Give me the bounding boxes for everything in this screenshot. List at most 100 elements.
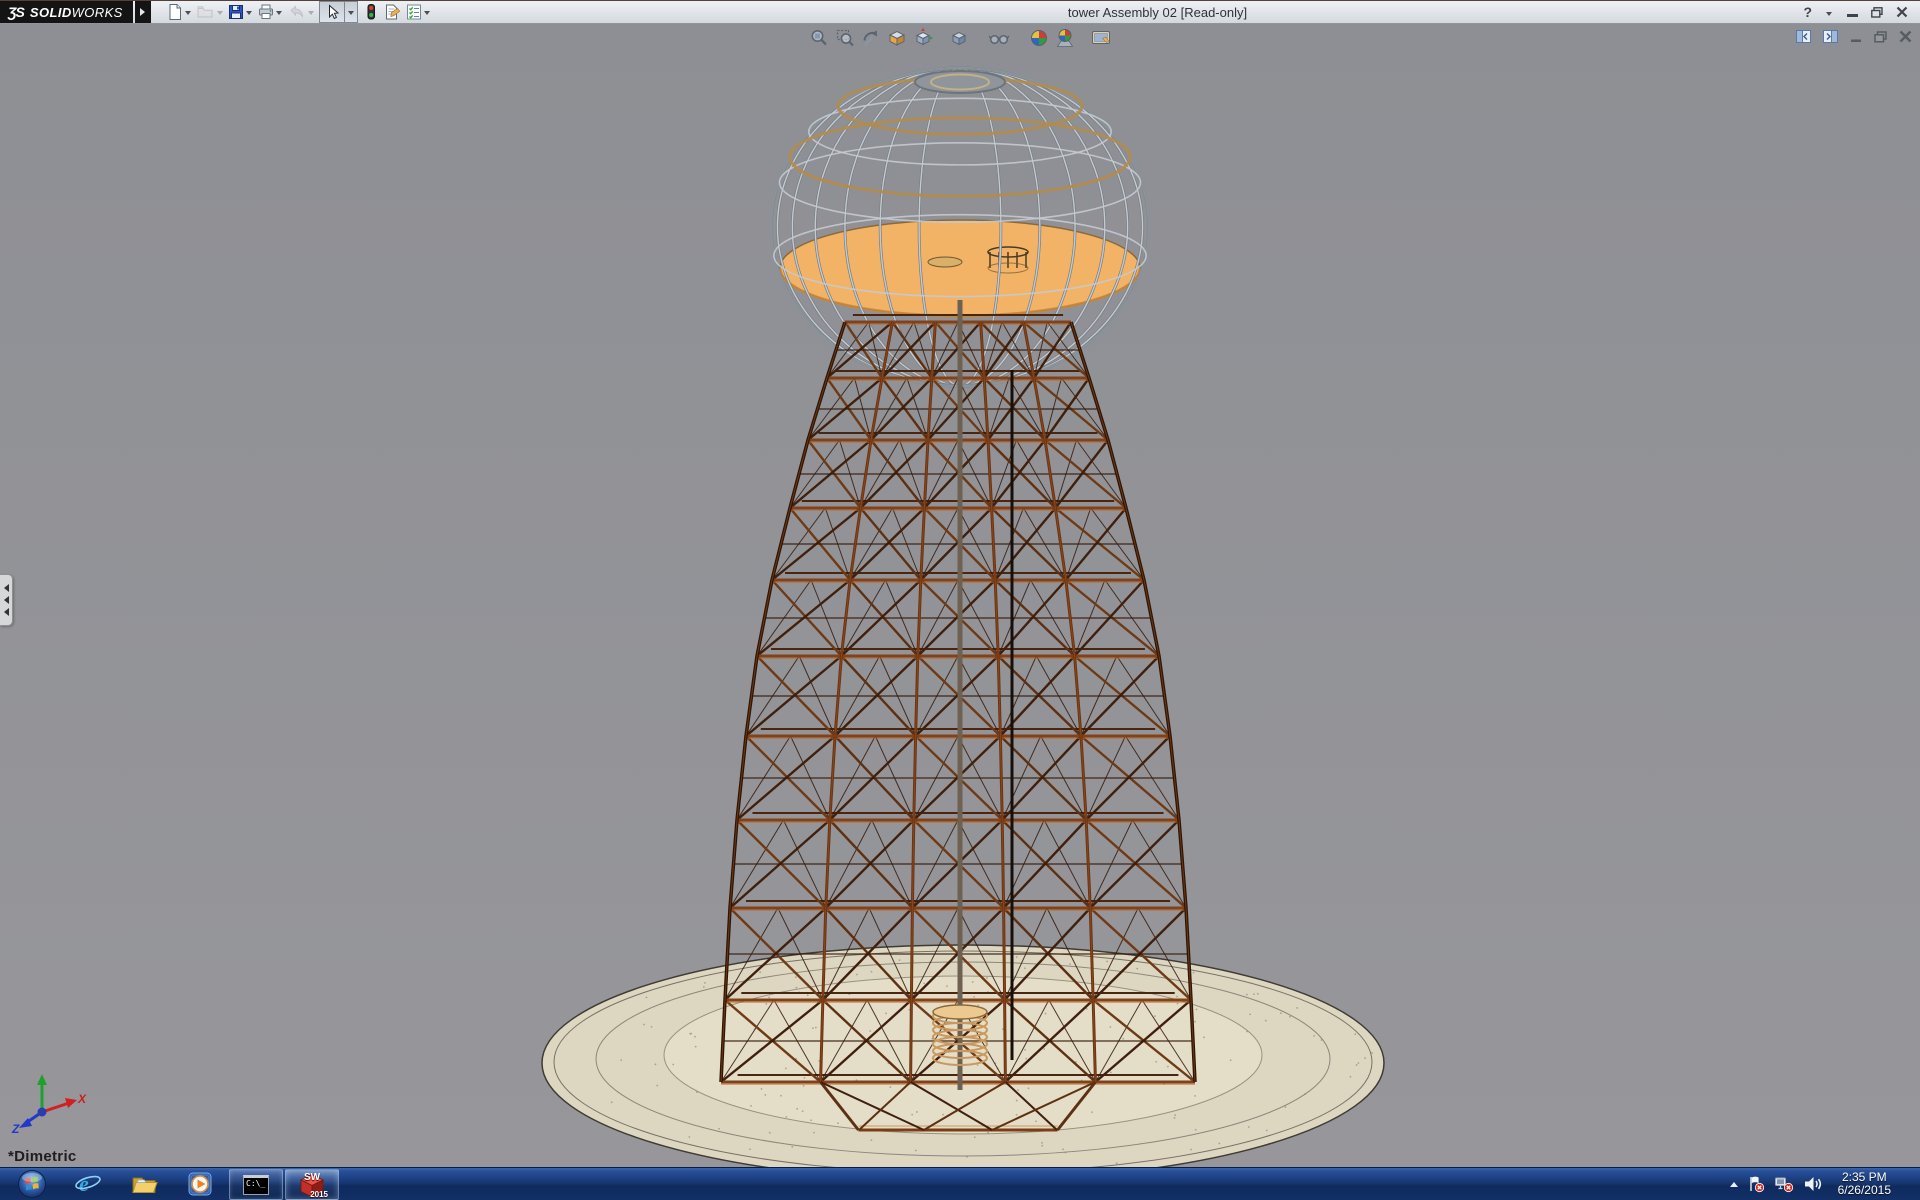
system-tray: 2:35 PM 6/26/2015 [1730,1168,1920,1200]
undo-dropdown-arrow [308,11,314,18]
help-dropdown-arrow[interactable] [1826,12,1832,19]
viewport-3d-model[interactable] [0,24,1920,1167]
minimize-button[interactable] [1847,14,1858,17]
restore-button[interactable] [1871,7,1883,18]
new-dropdown-arrow[interactable] [185,11,191,18]
internet-explorer-button[interactable]: e [61,1168,115,1200]
view-settings-icon [1090,27,1112,49]
zoom-to-area-icon [834,27,856,49]
zoom-to-area-button[interactable] [834,27,856,49]
previous-view-icon [860,27,882,49]
open-button[interactable] [195,1,215,23]
options-button[interactable] [404,1,433,23]
graphics-area: X Z *Dimetric [0,24,1920,1167]
doc-minimize-button[interactable] [1850,31,1862,43]
select-tool-group [319,1,358,23]
view-settings-button[interactable] [1090,27,1112,49]
command-prompt-button[interactable]: C:\_ [229,1169,283,1200]
select-cursor-icon [324,4,340,21]
save-floppy-icon [227,3,245,21]
hidden-icons-chevron-icon[interactable] [1730,1178,1738,1187]
zoom-to-fit-icon [808,27,830,49]
help-button[interactable]: ? [1803,5,1812,19]
print-button[interactable] [256,1,285,23]
hide-show-items-glasses-icon [988,27,1010,49]
brand-text-works: WORKS [72,5,123,20]
file-properties-icon [383,3,402,21]
view-orientation-icon [912,27,934,49]
select-dropdown-arrow [348,11,354,18]
previous-view-button[interactable] [860,27,882,49]
section-view-icon [886,27,908,49]
edit-appearance-icon [1028,27,1050,49]
section-view-button[interactable] [886,27,908,49]
media-player-icon [186,1170,214,1198]
feature-tree-collapsed-tab[interactable] [0,574,13,626]
svg-text:e: e [79,1171,89,1196]
command-prompt-label: C:\_ [246,1179,265,1188]
window-controls: ? [1803,5,1920,19]
edit-appearance-button[interactable] [1028,27,1050,49]
file-properties-button[interactable] [382,1,403,23]
doc-close-button[interactable] [1899,30,1912,43]
taskbar-clock[interactable]: 2:35 PM 6/26/2015 [1831,1171,1898,1197]
document-window-controls [1796,30,1912,43]
zoom-to-fit-button[interactable] [808,27,830,49]
save-dropdown-arrow[interactable] [246,11,252,18]
windows-taskbar: e [0,1167,1920,1200]
solidworks-2015-button[interactable]: SW 2015 [285,1169,339,1200]
hide-show-items-button[interactable] [988,27,1010,49]
open-dropdown-arrow [217,11,223,18]
save-button[interactable] [226,1,255,23]
heads-up-view-toolbar [806,27,1114,49]
triad-z-label: Z [12,1122,19,1136]
windows-start-orb-icon [17,1169,47,1199]
solidworks-window: ƷS SOLIDWORKS [0,0,1920,1200]
print-dropdown-arrow[interactable] [276,11,282,18]
menu-flyout-button[interactable] [135,1,151,23]
new-document-icon [166,3,184,21]
media-player-button[interactable] [173,1168,227,1200]
close-button[interactable] [1896,6,1908,18]
panel-right-button[interactable] [1823,30,1838,43]
windows-explorer-button[interactable] [117,1168,171,1200]
triad-x-label: X [78,1092,86,1106]
display-style-icon [948,27,970,49]
solidworks-sw-label: SW [304,1172,320,1183]
apply-scene-icon [1054,27,1076,49]
apply-scene-button[interactable] [1054,27,1076,49]
folder-icon [130,1170,158,1198]
rebuild-button[interactable] [361,1,381,23]
collapse-arrow-icon [0,608,9,616]
collapse-arrow-icon [0,596,9,604]
clock-date: 6/26/2015 [1838,1184,1891,1197]
display-style-button[interactable] [948,27,970,49]
action-center-flag-icon[interactable] [1747,1175,1765,1193]
options-checklist-icon [405,3,423,21]
internet-explorer-icon: e [74,1170,102,1198]
select-tool-button[interactable] [319,1,345,23]
print-icon [257,3,275,21]
solidworks-2015-icon: SW 2015 [297,1171,327,1199]
panel-left-button[interactable] [1796,30,1811,43]
network-error-icon[interactable] [1774,1175,1794,1193]
ds-logo-icon: ƷS [8,4,24,20]
view-orientation-button[interactable] [912,27,934,49]
doc-restore-button[interactable] [1874,31,1887,43]
brand-text-solid: SOLID [30,5,72,20]
solidworks-year-label: 2015 [310,1190,328,1199]
undo-arrow-icon [287,3,305,21]
start-button[interactable] [5,1168,59,1200]
rebuild-traffic-light-icon [362,3,380,21]
title-bar: ƷS SOLIDWORKS [0,0,1920,24]
view-orientation-label: *Dimetric [8,1148,77,1165]
taskbar-items: e [0,1168,339,1200]
undo-button[interactable] [286,1,306,23]
options-dropdown-arrow[interactable] [424,11,430,18]
select-dropdown-button[interactable] [345,1,358,23]
window-title: tower Assembly 02 [Read-only] [490,5,1825,20]
standard-toolbar [165,1,433,23]
new-document-button[interactable] [165,1,194,23]
open-folder-icon [196,3,214,21]
volume-icon[interactable] [1803,1175,1822,1193]
